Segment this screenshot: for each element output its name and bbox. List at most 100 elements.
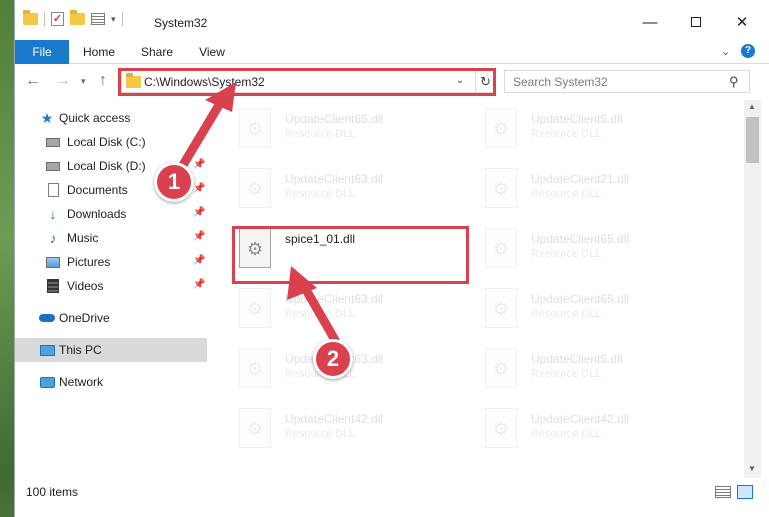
file-list: UpdateClient65.dll Resource DLL UpdateCl… <box>207 100 745 478</box>
file-name: UpdateClient65.dll <box>531 232 630 246</box>
sidebar-item-label: Documents <box>67 183 128 197</box>
sidebar-item-music[interactable]: ♪ Music 📌 <box>15 226 207 250</box>
large-icons-view-icon[interactable] <box>737 485 753 499</box>
file-tile[interactable]: UpdateClient21.dll Resource DLL <box>481 164 711 218</box>
onedrive-icon <box>39 311 55 325</box>
file-name: UpdateClient65.dll <box>285 112 384 126</box>
search-input[interactable]: Search System32 <box>513 75 608 89</box>
navigation-pane: ★ Quick access Local Disk (C:) Local Dis… <box>15 100 207 478</box>
tab-home[interactable]: Home <box>77 40 121 64</box>
recent-locations-chevron-icon[interactable]: ▾ <box>81 76 86 87</box>
file-name: UpdateClient63.dll <box>285 292 384 306</box>
sidebar-item-label: Downloads <box>67 207 127 221</box>
dll-file-icon <box>485 108 517 148</box>
file-type: Resource DLL <box>531 248 602 260</box>
sidebar-item-network[interactable]: Network <box>15 370 207 394</box>
scroll-down-arrow-icon[interactable]: ▼ <box>748 464 756 473</box>
sidebar-item-label: OneDrive <box>59 311 110 325</box>
file-highlight <box>232 226 469 284</box>
dll-file-icon <box>239 108 271 148</box>
dll-file-icon <box>485 408 517 448</box>
file-type: Resource DLL <box>531 188 602 200</box>
pin-icon[interactable]: 📌 <box>193 159 205 170</box>
sidebar-item-local-disk-c[interactable]: Local Disk (C:) <box>15 130 207 154</box>
dll-file-icon <box>239 408 271 448</box>
toolbar-divider <box>44 12 45 26</box>
file-type: Resource DLL <box>531 128 602 140</box>
videos-icon <box>45 279 61 293</box>
file-type: Resource DLL <box>285 188 356 200</box>
file-tile[interactable]: UpdateClient63.dll Resource DLL <box>235 284 465 338</box>
item-count: 100 items <box>26 485 79 499</box>
sidebar-item-pictures[interactable]: Pictures 📌 <box>15 250 207 274</box>
file-tile[interactable]: UpdateClient65.dll Resource DLL <box>481 224 711 278</box>
details-view-icon[interactable] <box>715 486 731 498</box>
search-icon[interactable]: ⚲ <box>729 74 739 90</box>
music-icon: ♪ <box>49 230 57 246</box>
scrollbar-thumb[interactable] <box>746 117 759 163</box>
dll-file-icon <box>485 168 517 208</box>
tab-share[interactable]: Share <box>135 40 179 64</box>
dll-file-icon <box>239 348 271 388</box>
file-tile[interactable]: UpdateClient5.dll Resource DLL <box>481 104 711 158</box>
file-tile[interactable]: UpdateClient65.dll Resource DLL <box>235 104 465 158</box>
file-name: UpdateClient42.dll <box>285 412 384 426</box>
file-tile[interactable]: UpdateClient5.dll Resource DLL <box>481 344 711 398</box>
step-1-badge: 1 <box>154 162 194 202</box>
dll-file-icon <box>239 288 271 328</box>
file-name: UpdateClient5.dll <box>531 112 623 126</box>
sidebar-item-label: Local Disk (D:) <box>67 159 146 173</box>
sidebar-item-label: Music <box>67 231 99 245</box>
tab-view[interactable]: View <box>192 40 232 64</box>
sidebar-item-downloads[interactable]: ↓ Downloads 📌 <box>15 202 207 226</box>
maximize-button[interactable] <box>673 8 719 36</box>
pin-icon[interactable]: 📌 <box>193 255 205 266</box>
pin-icon[interactable]: 📌 <box>193 279 205 290</box>
file-name: UpdateClient42.dll <box>531 412 630 426</box>
dll-file-icon <box>485 348 517 388</box>
star-icon: ★ <box>40 109 54 126</box>
close-button[interactable]: ✕ <box>719 8 765 36</box>
pin-icon[interactable]: 📌 <box>193 207 205 218</box>
pictures-icon <box>45 255 61 269</box>
scroll-up-arrow-icon[interactable]: ▲ <box>748 102 756 111</box>
forward-arrow-icon[interactable]: → <box>55 72 71 90</box>
expand-ribbon-chevron-icon[interactable]: ⌄ <box>721 45 730 58</box>
sidebar-item-label: Videos <box>67 279 104 293</box>
minimize-button[interactable]: — <box>627 8 673 36</box>
sidebar-item-videos[interactable]: Videos 📌 <box>15 274 207 298</box>
file-tile[interactable]: UpdateClient63.dll Resource DLL <box>235 164 465 218</box>
dll-file-icon <box>485 228 517 268</box>
help-icon[interactable]: ? <box>741 44 755 58</box>
file-name: UpdateClient65.dll <box>531 292 630 306</box>
dll-file-icon <box>485 288 517 328</box>
file-tile[interactable]: UpdateClient42.dll Resource DLL <box>481 404 711 458</box>
toolbar-divider <box>121 12 123 26</box>
file-name: UpdateClient63.dll <box>285 172 384 186</box>
this-pc-icon <box>39 343 55 357</box>
title-bar: ✓ ▾ System32 — ✕ <box>15 0 769 40</box>
properties-check-icon[interactable]: ✓ <box>51 12 64 26</box>
file-type: Resource DLL <box>531 428 602 440</box>
file-type: Resource DLL <box>531 368 602 380</box>
sidebar-item-this-pc[interactable]: This PC <box>15 338 207 362</box>
customize-toolbar-chevron-icon[interactable]: ▾ <box>111 14 116 25</box>
file-tile[interactable]: UpdateClient42.dll Resource DLL <box>235 404 465 458</box>
status-bar: 100 items <box>15 478 769 504</box>
folder-icon[interactable] <box>23 10 38 25</box>
address-bar-highlight <box>118 68 496 96</box>
up-arrow-icon[interactable]: ↑ <box>99 72 107 90</box>
downloads-icon: ↓ <box>49 206 57 222</box>
pin-icon[interactable]: 📌 <box>193 231 205 242</box>
pin-icon[interactable]: 📌 <box>193 183 205 194</box>
file-tile[interactable]: UpdateClient65.dll Resource DLL <box>481 284 711 338</box>
new-folder-icon[interactable] <box>70 10 85 25</box>
tab-file[interactable]: File <box>15 40 69 64</box>
sidebar-item-onedrive[interactable]: OneDrive <box>15 306 207 330</box>
search-box[interactable]: Search System32 ⚲ <box>504 70 750 93</box>
properties-icon[interactable] <box>91 13 105 25</box>
vertical-scrollbar[interactable]: ▲ ▼ <box>744 100 761 478</box>
sidebar-item-quick-access[interactable]: ★ Quick access <box>15 106 207 130</box>
back-arrow-icon[interactable]: ← <box>25 72 41 90</box>
quick-access-toolbar: ✓ ▾ <box>23 10 123 26</box>
